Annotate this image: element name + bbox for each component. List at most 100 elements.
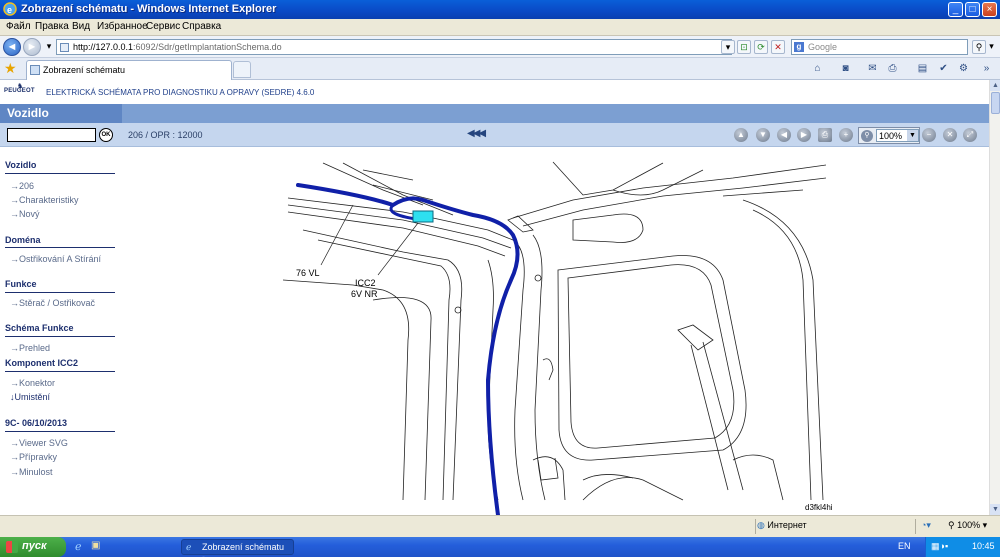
sidebar-item-206[interactable]: →206 [10,181,34,191]
sidebar-item-minulost[interactable]: →Minulost [10,467,53,477]
pan-right-icon[interactable]: ▶ [797,128,811,142]
sidebar-item-konektor[interactable]: →Konektor [10,378,55,388]
tray-icons[interactable]: ▦◑▪ [931,541,948,552]
sidebar-section-schema-funkce[interactable]: Schéma Funkce [5,323,74,333]
menu-help[interactable]: Справка [182,21,221,32]
protected-mode-icon[interactable]: ◔▾ [921,520,931,531]
sidebar-section-funkce[interactable]: Funkce [5,279,37,289]
app-header: ♞ PEUGEOT ELEKTRICKÁ SCHÉMATA PRO DIAGNO… [0,80,989,104]
feeds-icon[interactable]: ◙ [839,62,852,75]
menu-view[interactable]: Вид [72,21,90,32]
connector-icc2[interactable] [412,210,434,223]
menu-favorites[interactable]: Избранное [97,21,148,32]
sidebar-section-date[interactable]: 9C- 06/10/2013 [5,418,67,428]
zoom-out-icon[interactable]: − [922,128,936,142]
compatibility-icon[interactable]: ⊡ [737,40,751,54]
mail-icon[interactable]: ✉ [866,62,879,75]
google-icon: g [794,42,804,52]
sidebar-item-charakteristiky[interactable]: →Charakteristiky [10,195,79,205]
globe-icon: ◍ [757,520,765,530]
search-field[interactable]: g Google [791,39,968,55]
ok-button[interactable]: OK [99,128,113,142]
sidebar-section-komponent[interactable]: Komponent ICC2 [5,358,78,368]
home-icon[interactable]: ⌂ [811,62,824,75]
status-bar: ◍ Интернет ◔▾ ⚲ 100% ▾ [0,515,1000,537]
window-title: Zobrazení schématu - Windows Internet Ex… [21,3,277,15]
more-tools-icon[interactable]: » [980,62,993,75]
sidebar-item-ostrikovani[interactable]: →Ostřikování A Stírání [10,254,101,264]
collapse-arrows-icon[interactable]: ◀◀◀ [467,128,486,139]
close-window-button[interactable]: × [982,2,997,17]
scroll-thumb[interactable] [991,92,1000,114]
search-icon[interactable]: ⚲ [972,40,986,54]
vin-input[interactable] [7,128,96,142]
sidebar-item-prehled[interactable]: →Prehled [10,343,50,353]
favorites-star-icon[interactable]: ★ [4,60,17,77]
tab-title: Zobrazení schématu [43,65,126,75]
scroll-up-icon[interactable]: ▲ [990,80,1000,91]
fullscreen-icon[interactable]: ⤢ [963,128,977,142]
back-button[interactable]: ◄ [3,38,21,56]
implantation-diagram[interactable]: 76 VL ICC2 6V NR d3fkl4hi [283,160,833,515]
sidebar-item-novy[interactable]: →Nový [10,209,40,219]
divider [915,519,916,534]
quicklaunch-ie-icon[interactable]: ℯ [75,540,82,553]
safety-icon[interactable]: ✔ [937,62,950,75]
maximize-button[interactable]: □ [965,2,980,17]
sidebar-section-vozidlo[interactable]: Vozidlo [5,160,36,170]
address-url: http://127.0.0.1:6092/Sdr/getImplantatio… [73,42,282,52]
gear-icon[interactable]: ⚙ [957,62,970,75]
menu-file[interactable]: Файл [6,21,31,32]
internet-explorer-icon: e [3,2,17,16]
tab-zobrazeni-schematu[interactable]: Zobrazení schématu [26,60,232,80]
print-icon[interactable]: ⎙ [886,62,899,75]
magnifier-icon: ⚲ [861,130,873,142]
menu-edit[interactable]: Правка [35,21,69,32]
fit-screen-icon[interactable]: ✕ [943,128,957,142]
address-dropdown-icon[interactable]: ▾ [721,40,735,54]
divider [5,371,115,372]
history-dropdown-icon[interactable]: ▾ [42,40,56,54]
zoom-value: 100% [879,131,903,141]
component-sublabel: 6V NR [351,289,378,299]
minimize-button[interactable]: _ [948,2,963,17]
section-tab-vozidlo[interactable]: Vozidlo [0,104,122,123]
divider [5,247,115,248]
sidebar-item-pripravky[interactable]: →Přípravky [10,452,57,462]
page-menu-icon[interactable]: ▤ [916,62,929,75]
language-indicator[interactable]: EN [898,541,911,551]
ie-small-icon: ℯ [186,542,192,552]
address-bar[interactable]: http://127.0.0.1:6092/Sdr/getImplantatio… [56,39,732,55]
windows-flag-icon [6,541,18,553]
zoom-select[interactable]: 100% ▼ [876,129,919,142]
sidebar-item-umisteni[interactable]: ↓Umistění [10,392,50,402]
page-icon [60,43,69,52]
new-tab-button[interactable] [233,61,251,78]
scroll-down-icon[interactable]: ▼ [990,504,1000,515]
forward-button[interactable]: ► [23,38,41,56]
quicklaunch-desktop-icon[interactable]: ▣ [91,540,100,551]
logo-text: PEUGEOT [4,88,35,94]
sidebar: Vozidlo →206 →Charakteristiky →Nový Domé… [0,147,122,515]
status-zoom[interactable]: ⚲ 100% ▾ [948,520,987,531]
search-options-icon[interactable]: ▾ [986,40,997,54]
section-band: Vozidlo [0,104,989,123]
menu-tools[interactable]: Сервис [146,21,180,32]
search-placeholder: Google [808,42,838,52]
zoom-in-icon[interactable]: + [839,128,853,142]
sidebar-section-domena[interactable]: Doména [5,235,41,245]
component-label: ICC2 [355,278,376,288]
vertical-scrollbar[interactable]: ▲ ▼ [989,80,1000,515]
refresh-icon[interactable]: ⟳ [754,40,768,54]
sidebar-item-sterac[interactable]: →Stěrač / Ostřikovač [10,298,95,308]
print-diagram-icon[interactable]: ⎙ [818,128,832,142]
taskbar: пуск ℯ ▣ ℯ Zobrazení schématu -... EN ▦◑… [0,537,1000,557]
pan-down-icon[interactable]: ▼ [756,128,770,142]
pan-up-icon[interactable]: ▲ [734,128,748,142]
pan-left-icon[interactable]: ◀ [777,128,791,142]
stop-icon[interactable]: ✕ [771,40,785,54]
start-button[interactable]: пуск [0,537,66,557]
sidebar-item-viewer-svg[interactable]: →Viewer SVG [10,438,68,448]
security-zone: ◍ Интернет [757,520,807,530]
taskbar-item-ie[interactable]: ℯ Zobrazení schématu -... [181,539,294,557]
